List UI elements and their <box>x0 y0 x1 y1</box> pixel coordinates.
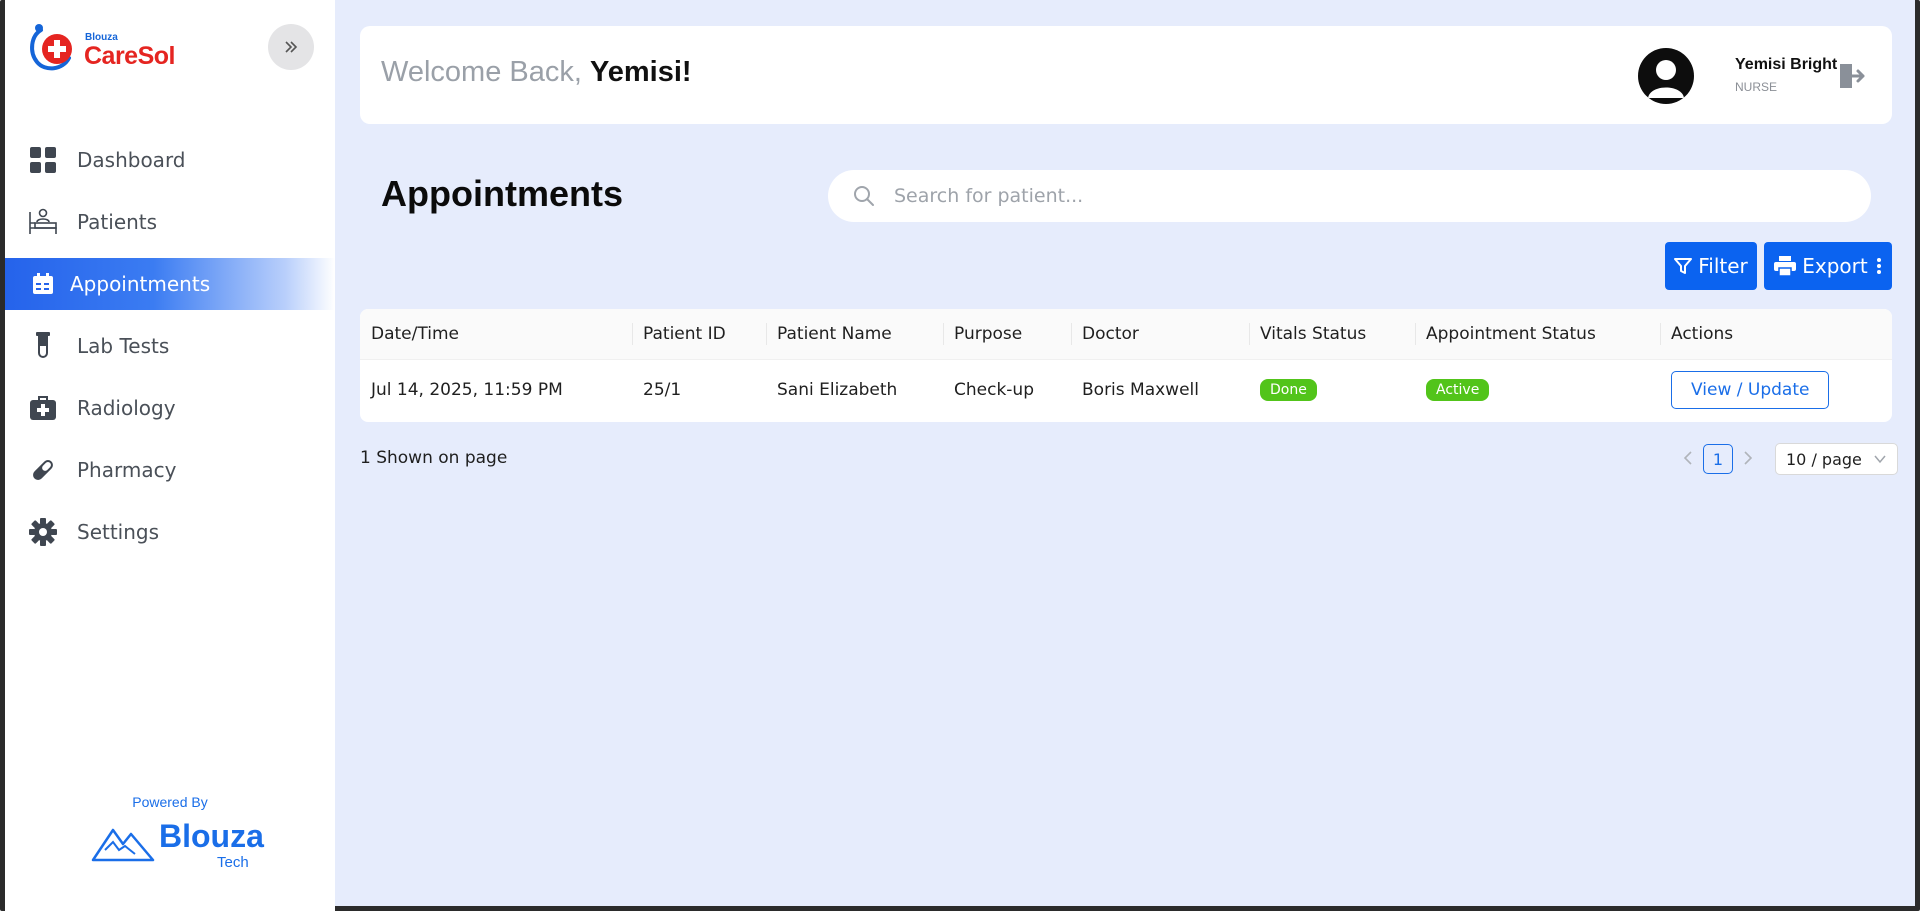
powered-by-text: Powered By <box>132 794 208 810</box>
filter-label: Filter <box>1698 254 1748 278</box>
footer-brand-sub: Tech <box>217 854 249 871</box>
grid-icon <box>28 145 58 175</box>
welcome-message: Welcome Back, Yemisi! <box>381 56 692 89</box>
vitals-status-badge: Done <box>1260 379 1317 402</box>
mountain-logo-icon <box>91 828 155 862</box>
page-1-button[interactable]: 1 <box>1703 444 1733 474</box>
shown-count: 1 Shown on page <box>360 448 508 468</box>
more-vertical-icon <box>1876 258 1881 274</box>
double-chevron-right-icon <box>285 41 298 53</box>
user-role: NURSE <box>1735 80 1778 94</box>
sidebar-item-label: Settings <box>77 520 160 544</box>
column-header[interactable]: Doctor <box>1071 309 1249 360</box>
prev-page-button[interactable] <box>1677 450 1699 469</box>
gear-icon <box>28 517 58 547</box>
view-update-button[interactable]: View / Update <box>1671 371 1830 410</box>
sidebar-item-label: Radiology <box>77 396 176 420</box>
test-tube-icon <box>28 331 58 361</box>
sidebar-item-radiology[interactable]: Radiology <box>5 382 335 434</box>
logout-icon <box>1840 64 1865 88</box>
column-header[interactable]: Patient Name <box>766 309 943 360</box>
pill-icon <box>28 455 58 485</box>
search-bar <box>828 170 1871 222</box>
sidebar-item-pharmacy[interactable]: Pharmacy <box>5 444 335 496</box>
avatar[interactable] <box>1638 48 1694 104</box>
main-content: Welcome Back, Yemisi! Yemisi Bright NURS… <box>335 0 1915 906</box>
calendar-icon <box>28 269 58 299</box>
logout-button[interactable] <box>1836 60 1868 92</box>
sidebar-nav: Dashboard Patients Appointments Lab Test… <box>5 134 335 568</box>
header-card: Welcome Back, Yemisi! Yemisi Bright NURS… <box>360 26 1892 124</box>
blouza-tech-logo: Blouza Tech <box>91 818 264 871</box>
page-size-value: 10 / page <box>1786 449 1862 469</box>
appointment-status-badge: Active <box>1426 379 1490 402</box>
chevron-left-icon <box>1683 450 1692 465</box>
export-label: Export <box>1802 254 1868 278</box>
column-header[interactable]: Patient ID <box>632 309 766 360</box>
cell-datetime: Jul 14, 2025, 11:59 PM <box>371 380 563 401</box>
cell-actions: View / Update <box>1660 359 1892 421</box>
cell-purpose: Check-up <box>954 380 1034 401</box>
user-name: Yemisi Bright <box>1735 56 1838 73</box>
table-header-row: Date/Time Patient ID Patient Name Purpos… <box>360 309 1892 360</box>
appointments-table: Date/Time Patient ID Patient Name Purpos… <box>360 309 1892 422</box>
page-size-select[interactable]: 10 / page <box>1775 443 1898 475</box>
sidebar-item-label: Dashboard <box>77 148 186 172</box>
user-avatar-icon <box>1648 60 1684 98</box>
sidebar-item-patients[interactable]: Patients <box>5 196 335 248</box>
pagination: 1 10 / page <box>1677 443 1898 475</box>
column-header[interactable]: Appointment Status <box>1415 309 1660 360</box>
welcome-name: Yemisi! <box>589 56 692 88</box>
sidebar-item-label: Lab Tests <box>77 334 170 358</box>
footer-brand-name: Blouza <box>159 818 264 854</box>
column-header[interactable]: Vitals Status <box>1249 309 1415 360</box>
search-input[interactable] <box>894 185 1794 207</box>
patient-bed-icon <box>28 207 58 237</box>
filter-button[interactable]: Filter <box>1665 242 1757 290</box>
welcome-prefix: Welcome Back, <box>381 56 582 88</box>
printer-icon <box>1774 256 1797 276</box>
medical-kit-icon <box>28 393 58 423</box>
sidebar: Blouza CareSol Dashboard Patients Appoin… <box>5 0 335 911</box>
logo-icon <box>30 24 72 71</box>
caresol-logo: Blouza CareSol <box>27 22 177 74</box>
cell-doctor: Boris Maxwell <box>1082 380 1199 401</box>
sidebar-item-appointments[interactable]: Appointments <box>5 258 335 310</box>
sidebar-item-label: Pharmacy <box>77 458 177 482</box>
cell-patient-name: Sani Elizabeth <box>777 380 898 401</box>
cell-vitals-status: Done <box>1249 359 1415 421</box>
sidebar-expand-button[interactable] <box>268 24 314 70</box>
sidebar-item-lab-tests[interactable]: Lab Tests <box>5 320 335 372</box>
column-header[interactable]: Date/Time <box>360 309 632 360</box>
chevron-right-icon <box>1744 450 1753 465</box>
export-button[interactable]: Export <box>1764 242 1892 290</box>
cell-appointment-status: Active <box>1415 359 1660 421</box>
sidebar-item-label: Appointments <box>70 272 211 296</box>
page-title: Appointments <box>381 173 623 214</box>
filter-icon <box>1674 258 1693 274</box>
cell-patient-id: 25/1 <box>643 380 682 401</box>
sidebar-item-settings[interactable]: Settings <box>5 506 335 558</box>
sidebar-item-label: Patients <box>77 210 158 234</box>
column-header[interactable]: Purpose <box>943 309 1071 360</box>
search-icon <box>854 186 874 206</box>
table-row: Jul 14, 2025, 11:59 PM 25/1 Sani Elizabe… <box>360 359 1892 421</box>
next-page-button[interactable] <box>1737 450 1759 469</box>
logo-name: CareSol <box>84 42 175 70</box>
column-header[interactable]: Actions <box>1660 309 1892 360</box>
chevron-down-icon <box>1874 455 1886 464</box>
sidebar-item-dashboard[interactable]: Dashboard <box>5 134 335 186</box>
